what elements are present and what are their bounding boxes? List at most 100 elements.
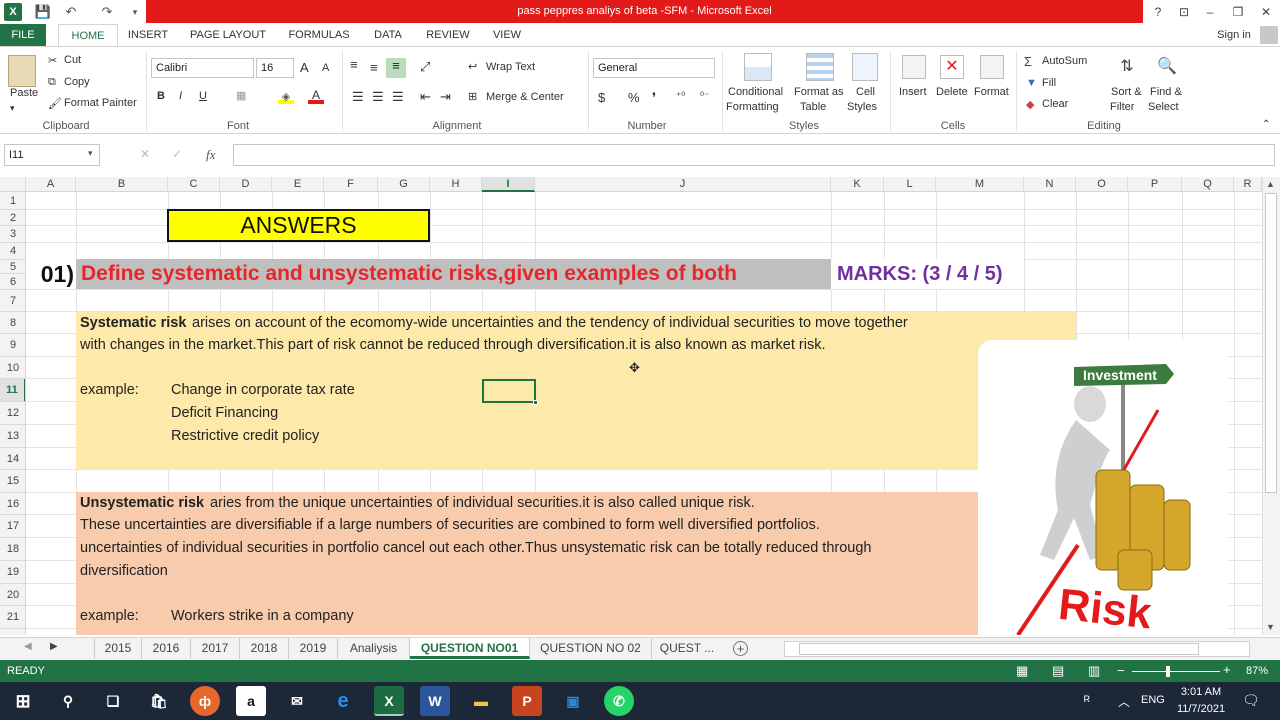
task-view-icon[interactable]: ❏ (98, 686, 128, 716)
tray-chevron-icon[interactable]: ︿ (1118, 693, 1130, 710)
conditional-formatting-label[interactable]: Conditional (728, 86, 783, 98)
sort-filter-label-2[interactable]: Filter (1110, 101, 1134, 113)
sheet-tab[interactable]: 2016 (142, 638, 191, 659)
row-header[interactable]: 19 (0, 561, 25, 584)
clock-time[interactable]: 3:01 AM (1170, 686, 1232, 698)
row-header[interactable]: 20 (0, 584, 25, 606)
sheet-tab[interactable]: Analiysis (338, 638, 410, 659)
row-header[interactable]: 6 (0, 274, 25, 290)
column-header[interactable]: F (324, 177, 378, 192)
sheet-tab[interactable]: 2018 (240, 638, 289, 659)
fill-color-icon[interactable]: ◈ (278, 90, 294, 104)
copy-button[interactable]: Copy (64, 76, 90, 88)
paste-button[interactable]: Paste (10, 87, 38, 99)
sheet-tab[interactable]: 2015 (94, 638, 142, 659)
format-as-table-icon[interactable] (806, 53, 834, 81)
edge-icon[interactable]: e (328, 686, 358, 716)
scroll-tabs-right-icon[interactable]: ▶ (50, 641, 58, 652)
insert-function-button[interactable]: fx (206, 147, 215, 163)
firefox-icon[interactable]: ф (190, 686, 220, 716)
column-header[interactable]: P (1128, 177, 1182, 192)
italic-button[interactable]: I (179, 90, 182, 102)
column-header[interactable]: O (1076, 177, 1128, 192)
decrease-indent-icon[interactable]: ⇤ (420, 89, 431, 105)
align-top-icon[interactable]: ≡ (350, 57, 358, 72)
select-all-corner[interactable] (0, 177, 26, 192)
name-box-dropdown-icon[interactable]: ▾ (88, 148, 93, 159)
align-center-icon[interactable]: ☰ (372, 89, 384, 105)
row-header[interactable]: 7 (0, 290, 25, 312)
align-bottom-icon[interactable]: ≡ (386, 58, 406, 78)
people-icon[interactable]: ᴿ (1084, 693, 1090, 708)
column-header-selected[interactable]: I (482, 177, 535, 192)
increase-indent-icon[interactable]: ⇥ (440, 89, 451, 105)
avatar[interactable] (1260, 26, 1278, 44)
paste-icon[interactable] (8, 55, 36, 87)
tab-page-layout[interactable]: PAGE LAYOUT (186, 24, 270, 46)
row-header-selected[interactable]: 11 (0, 379, 25, 402)
find-select-icon[interactable]: 🔍 (1154, 55, 1180, 81)
font-name-select[interactable]: Calibri (151, 58, 254, 78)
cut-button[interactable]: Cut (64, 54, 81, 66)
store-icon[interactable]: 🛍 (144, 686, 174, 716)
row-header[interactable]: 3 (0, 226, 25, 243)
minimize-button[interactable]: ‒ (1198, 2, 1222, 22)
comma-button[interactable]: ❜ (652, 90, 656, 106)
notifications-icon[interactable]: 🗨 (1242, 692, 1260, 709)
delete-cells-button[interactable]: Delete (936, 86, 968, 98)
bold-button[interactable]: B (157, 90, 165, 102)
worksheet-grid[interactable]: ANSWERS 01) Define systematic and unsyst… (26, 192, 1262, 635)
column-header[interactable]: G (378, 177, 430, 192)
column-header[interactable]: A (26, 177, 76, 192)
find-select-label[interactable]: Find & (1150, 86, 1182, 98)
tab-data[interactable]: DATA (368, 24, 408, 46)
zoom-slider-thumb[interactable] (1166, 666, 1170, 677)
column-header[interactable]: H (430, 177, 482, 192)
align-right-icon[interactable]: ☰ (392, 89, 404, 105)
zoom-level[interactable]: 87% (1246, 665, 1268, 677)
formula-input[interactable] (233, 144, 1275, 166)
sheet-tab[interactable]: QUESTION NO 02 (530, 638, 652, 659)
format-painter-button[interactable]: Format Painter (64, 97, 137, 109)
format-cells-icon[interactable] (980, 55, 1004, 79)
column-header[interactable]: L (884, 177, 936, 192)
merge-center-button[interactable]: Merge & Center (486, 91, 564, 103)
cancel-icon[interactable]: ✕ (140, 147, 150, 161)
row-header[interactable]: 16 (0, 493, 25, 515)
format-as-table-label-2[interactable]: Table (800, 101, 826, 113)
tab-file[interactable]: FILE (0, 24, 46, 46)
paste-dropdown-icon[interactable]: ▾ (10, 103, 15, 114)
redo-icon[interactable]: ↷ (98, 3, 116, 21)
insert-cells-icon[interactable] (902, 55, 926, 79)
powerpoint-icon[interactable]: P (512, 686, 542, 716)
conditional-formatting-icon[interactable] (744, 53, 772, 81)
zoom-slider[interactable] (1132, 671, 1220, 672)
whatsapp-icon[interactable]: ✆ (604, 686, 634, 716)
sheet-tab-active[interactable]: QUESTION NO01 (410, 638, 530, 659)
tab-formulas[interactable]: FORMULAS (284, 24, 354, 46)
column-header[interactable]: E (272, 177, 324, 192)
ribbon-display-icon[interactable]: ⊡ (1172, 2, 1196, 22)
cell-styles-label-2[interactable]: Styles (847, 101, 877, 113)
clear-button[interactable]: Clear (1042, 98, 1068, 110)
horizontal-scroll-thumb[interactable] (799, 643, 1199, 655)
scroll-thumb[interactable] (1265, 193, 1277, 493)
fill-handle[interactable] (533, 400, 538, 405)
sort-filter-icon[interactable]: ⇅ (1114, 55, 1140, 81)
row-header[interactable]: 13 (0, 425, 25, 448)
undo-icon[interactable]: ↶ (62, 3, 80, 21)
sort-filter-label[interactable]: Sort & (1111, 86, 1142, 98)
underline-button[interactable]: U (199, 90, 207, 102)
row-header[interactable]: 1 (0, 192, 25, 210)
scroll-up-icon[interactable]: ▲ (1266, 179, 1275, 189)
investment-risk-image[interactable]: Investment Risk (978, 340, 1228, 635)
orientation-icon[interactable]: ⤢ (420, 59, 430, 75)
autosum-button[interactable]: AutoSum (1042, 55, 1087, 67)
sheet-tab[interactable]: 2017 (191, 638, 240, 659)
row-header[interactable]: 15 (0, 470, 25, 493)
column-header[interactable]: B (76, 177, 168, 192)
row-header[interactable]: 21 (0, 606, 25, 629)
percent-button[interactable]: % (628, 90, 640, 105)
row-header[interactable]: 2 (0, 210, 25, 226)
restore-button[interactable]: ❐ (1226, 2, 1250, 22)
